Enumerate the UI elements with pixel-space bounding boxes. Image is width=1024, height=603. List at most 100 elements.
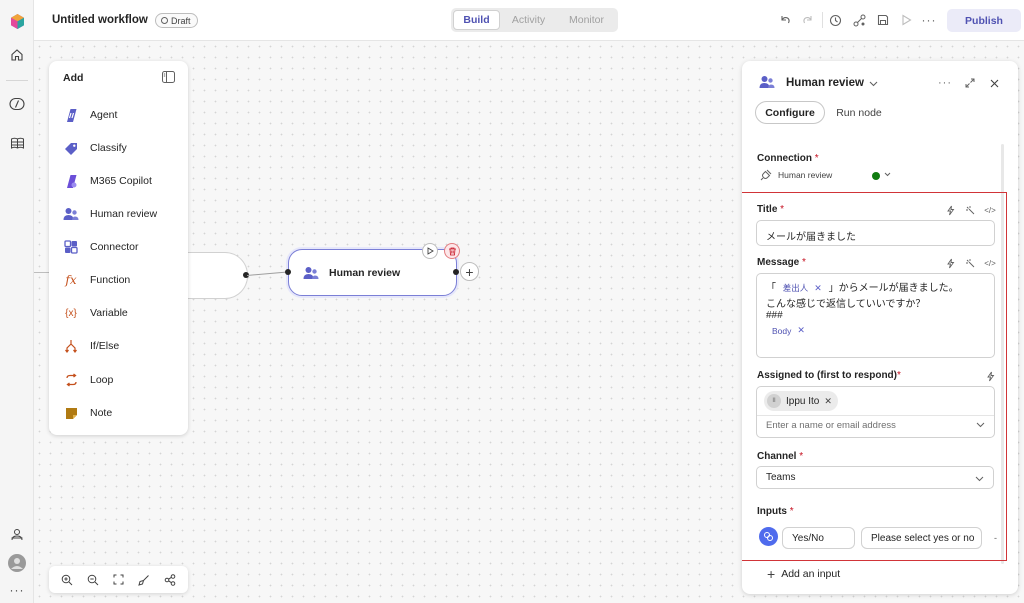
add-item-agent[interactable]: Agent — [63, 104, 181, 126]
minimap-icon[interactable] — [163, 573, 177, 587]
run-node-button[interactable] — [422, 243, 438, 259]
add-item-function[interactable]: fx Function — [63, 269, 181, 291]
connection-selector[interactable]: Human review — [760, 169, 832, 181]
zoom-in-icon[interactable] — [60, 573, 74, 587]
save-icon[interactable] — [875, 12, 891, 28]
message-label-text: Message — [757, 257, 800, 268]
people-picker[interactable]: II Ippu Ito ✕ Enter a name or email addr… — [756, 386, 995, 438]
expand-icon[interactable] — [963, 76, 977, 90]
add-item-label: Agent — [90, 109, 118, 121]
tidy-up-icon[interactable] — [137, 573, 151, 587]
workflow-title[interactable]: Untitled workflow — [52, 14, 148, 26]
close-icon[interactable] — [987, 76, 1001, 90]
input-more-icon[interactable]: - — [994, 533, 997, 543]
add-input-button[interactable]: + Add an input — [767, 567, 840, 581]
scrollbar[interactable] — [1001, 144, 1004, 564]
input-type-icon[interactable] — [759, 527, 778, 546]
tab-monitor[interactable]: Monitor — [557, 10, 616, 30]
admin-icon[interactable] — [5, 522, 29, 546]
title-input[interactable]: メールが届きました — [756, 220, 995, 246]
chevron-down-icon[interactable] — [884, 170, 891, 179]
message-line-2: こんな感じで返信していいですか？ — [766, 299, 926, 310]
add-item-human-review[interactable]: Human review — [63, 203, 181, 225]
message-field-actions: </> — [944, 257, 996, 269]
tab-build[interactable]: Build — [453, 10, 500, 30]
message-editor[interactable]: 「 差出人 ✕ 」からメールが届きました。 こんな感じで返信していいですか？ ##… — [756, 273, 995, 358]
assigned-to-label: Assigned to (first to respond)* — [757, 370, 901, 381]
add-item-note[interactable]: Note — [63, 402, 181, 424]
undo-icon[interactable] — [777, 12, 793, 28]
copilot-icon — [63, 173, 79, 189]
remove-token-icon[interactable]: ✕ — [797, 325, 805, 336]
connection-label: Connection * — [757, 153, 819, 164]
branch-icon — [63, 338, 79, 354]
input-type-field[interactable]: Yes/No — [782, 527, 855, 549]
more-options-icon[interactable]: ··· — [938, 76, 952, 90]
add-item-m365-copilot[interactable]: M365 Copilot — [63, 170, 181, 192]
user-avatar[interactable] — [5, 551, 29, 575]
flash-icon[interactable] — [944, 204, 956, 216]
fit-view-icon[interactable] — [111, 573, 125, 587]
history-icon[interactable] — [827, 12, 843, 28]
remove-token-icon[interactable]: ✕ — [814, 283, 822, 294]
assignee-chip[interactable]: II Ippu Ito ✕ — [764, 391, 838, 411]
assignee-name: Ippu Ito — [786, 395, 820, 407]
home-icon[interactable] — [5, 43, 29, 67]
add-item-label: Variable — [90, 307, 128, 319]
add-item-connector[interactable]: Connector — [63, 236, 181, 258]
assigned-field-actions — [984, 370, 996, 382]
assigned-to-label-text: Assigned to (first to respond) — [757, 370, 897, 381]
collapse-panel-icon[interactable] — [162, 71, 176, 83]
trash-icon — [448, 247, 456, 255]
message-line-1: 「 差出人 ✕ 」からメールが届きました。 — [766, 279, 959, 295]
input-prompt-field[interactable]: Please select yes or no — [861, 527, 982, 549]
add-item-variable[interactable]: {x} Variable — [63, 302, 181, 324]
draft-label: Draft — [171, 15, 191, 26]
chevron-down-icon[interactable] — [975, 474, 984, 484]
zoom-out-icon[interactable] — [86, 573, 100, 587]
code-workflow-icon[interactable] — [5, 92, 29, 116]
add-item-label: Classify — [90, 142, 127, 154]
code-icon[interactable]: </> — [984, 257, 996, 269]
publish-button[interactable]: Publish — [947, 9, 1021, 32]
more-options-icon[interactable]: ··· — [921, 12, 937, 28]
add-item-loop[interactable]: Loop — [63, 369, 181, 391]
people-search-placeholder[interactable]: Enter a name or email address — [766, 420, 896, 431]
dynamic-content-icon[interactable] — [964, 257, 976, 269]
add-item-label: Human review — [90, 208, 158, 220]
redo-icon[interactable] — [800, 12, 816, 28]
add-node-button[interactable]: + — [460, 262, 479, 281]
code-icon[interactable]: </> — [984, 204, 996, 216]
input-port[interactable] — [285, 269, 291, 275]
dynamic-token-body[interactable]: Body ✕ — [768, 325, 809, 336]
output-port[interactable] — [453, 269, 459, 275]
title-label-text: Title — [757, 204, 778, 215]
tab-activity[interactable]: Activity — [500, 10, 557, 30]
run-icon[interactable] — [898, 12, 914, 28]
flash-icon[interactable] — [944, 257, 956, 269]
add-item-classify[interactable]: Classify — [63, 137, 181, 159]
tab-run-node[interactable]: Run node — [834, 101, 884, 124]
tab-configure[interactable]: Configure — [755, 101, 825, 124]
library-icon[interactable] — [5, 131, 29, 155]
add-panel-title: Add — [63, 72, 84, 84]
agent-icon — [63, 107, 79, 123]
people-icon — [759, 75, 775, 92]
add-item-if-else[interactable]: If/Else — [63, 335, 181, 357]
flash-icon[interactable] — [984, 370, 996, 382]
dynamic-content-icon[interactable] — [964, 204, 976, 216]
add-item-label: Connector — [90, 241, 139, 253]
more-icon[interactable]: ··· — [5, 578, 29, 602]
remove-assignee-icon[interactable]: ✕ — [824, 396, 832, 407]
avatar: II — [767, 394, 781, 408]
delete-node-button[interactable] — [444, 243, 460, 259]
inputs-label: Inputs * — [757, 506, 794, 517]
app-logo-icon[interactable] — [5, 9, 29, 33]
top-bar: Untitled workflow Draft Build Activity M… — [34, 0, 1024, 41]
channel-dropdown[interactable]: Teams — [756, 466, 994, 489]
chevron-down-icon[interactable] — [976, 420, 985, 430]
connections-icon[interactable] — [851, 12, 867, 28]
dynamic-token-sender[interactable]: 差出人 ✕ — [779, 282, 826, 294]
chevron-down-icon[interactable] — [869, 78, 878, 90]
loop-icon — [63, 372, 79, 388]
